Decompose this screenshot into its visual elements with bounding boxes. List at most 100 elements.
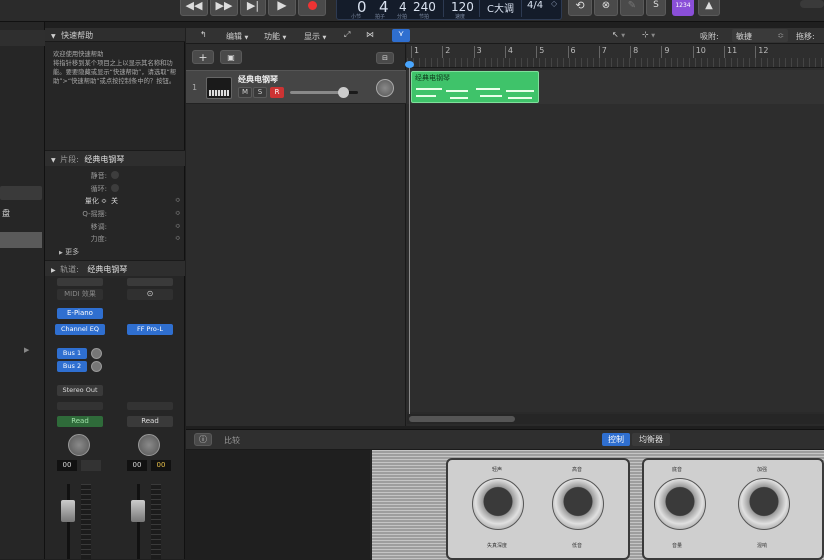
quantize-value[interactable]: 关: [111, 196, 118, 206]
loop-checkbox[interactable]: [111, 184, 119, 192]
automation-mode[interactable]: Read: [57, 416, 103, 427]
setting-slot[interactable]: [57, 278, 103, 286]
eq-slot[interactable]: Channel EQ: [55, 324, 105, 335]
chevron-right-icon[interactable]: ▶: [24, 346, 29, 354]
back-arrow-icon[interactable]: ↰: [200, 30, 207, 39]
knob-boost[interactable]: [738, 478, 790, 530]
quick-help-header[interactable]: ▼ 快速帮助: [45, 28, 185, 42]
send-knob-1[interactable]: [91, 348, 102, 359]
volume-fader[interactable]: [61, 500, 75, 522]
add-track-button[interactable]: +: [192, 50, 214, 64]
tracks-workspace[interactable]: 经典电钢琴: [407, 68, 824, 412]
tempo-value[interactable]: 120: [451, 0, 474, 14]
lcd-bar-label: 小节: [351, 14, 362, 20]
midi-region[interactable]: 经典电钢琴: [411, 71, 539, 103]
mute-button[interactable]: M: [238, 87, 252, 98]
mute-checkbox[interactable]: [111, 171, 119, 179]
lcd-display[interactable]: 0 4 4 240 小节 拍子 分拍 节拍 120 速度 C大调 4/4 ◇: [336, 0, 562, 20]
playhead[interactable]: [409, 64, 410, 414]
lcd-beat-label: 拍子: [375, 14, 386, 20]
track-volume-slider[interactable]: [290, 87, 358, 98]
tab-controls[interactable]: 控制: [602, 433, 630, 446]
library-selected-row[interactable]: [0, 232, 42, 248]
snap-select[interactable]: 敏捷 ≎: [732, 29, 788, 42]
playhead-marker[interactable]: [405, 61, 414, 68]
autopunch-button[interactable]: ✎: [620, 0, 644, 16]
knob-label: 低音: [571, 543, 582, 549]
timeline-ruler[interactable]: 1 2 3 4 5 6 7 8 9 10 11 12: [407, 44, 824, 68]
knob-treble[interactable]: [552, 478, 604, 530]
region-inspector-header[interactable]: ▼ 片段: 经典电钢琴: [45, 150, 185, 166]
send-bus-1[interactable]: Bus 1: [57, 348, 87, 359]
quantize-stepper[interactable]: ≎: [175, 196, 181, 204]
automation-mode[interactable]: Read: [127, 416, 173, 427]
instrument-slot[interactable]: E-Piano: [57, 308, 103, 319]
info-button[interactable]: ⓘ: [194, 433, 212, 446]
tab-eq[interactable]: 均衡器: [632, 433, 670, 446]
link-button[interactable]: ⊙: [127, 289, 173, 300]
secondary-tool[interactable]: ⊹ ▼: [642, 30, 655, 39]
replace-button[interactable]: ⊗: [594, 0, 618, 16]
catch-icon[interactable]: ⤢: [344, 30, 350, 40]
snap-label: 吸附:: [700, 32, 719, 41]
key-value[interactable]: C大调: [487, 0, 514, 15]
view-menu[interactable]: 显示 ▼: [304, 31, 326, 42]
stepper-icon: ≎: [777, 31, 784, 40]
track-row[interactable]: 1 经典电钢琴 M S R: [186, 70, 406, 104]
output-slot[interactable]: Stereo Out: [57, 385, 103, 396]
pointer-tool[interactable]: ↖ ▼: [612, 30, 625, 39]
velocity-stepper[interactable]: ≎: [175, 234, 181, 242]
metronome-button[interactable]: ▲: [698, 0, 720, 16]
ruler-label: 12: [758, 46, 769, 55]
track-pan-knob[interactable]: [376, 79, 394, 97]
play-button[interactable]: ▶: [268, 0, 296, 16]
solo-button[interactable]: S: [253, 87, 267, 98]
horizontal-scrollbar[interactable]: [407, 414, 824, 424]
record-enable-button[interactable]: R: [270, 87, 284, 98]
cycle-button[interactable]: ⟲: [568, 0, 592, 16]
send-knob-2[interactable]: [91, 361, 102, 372]
scrollbar-thumb[interactable]: [409, 416, 515, 422]
ruler-label: 10: [695, 46, 706, 55]
function-menu[interactable]: 功能 ▼: [264, 31, 286, 42]
compare-label[interactable]: 比较: [224, 435, 240, 446]
pan-knob[interactable]: [138, 434, 160, 456]
count-in-button[interactable]: 1234: [672, 0, 694, 16]
group-slot[interactable]: [127, 402, 173, 410]
fast-forward-button[interactable]: ▶▶: [210, 0, 238, 16]
volume-fader[interactable]: [131, 500, 145, 522]
group-slot[interactable]: [57, 402, 103, 410]
knob-bass[interactable]: [654, 478, 706, 530]
volume-readout[interactable]: 00: [57, 460, 77, 471]
library-item-label[interactable]: 盘: [2, 208, 10, 219]
midi-fx-slot[interactable]: MIDI 效果: [57, 289, 103, 300]
library-search[interactable]: [0, 186, 42, 200]
chevron-down-icon: ▼: [282, 35, 287, 41]
track-options-button[interactable]: ▣: [220, 50, 242, 64]
knob-soft[interactable]: [472, 478, 524, 530]
go-to-end-button[interactable]: ▶|: [240, 0, 266, 16]
plugin-slot[interactable]: FF Pro-L: [127, 324, 173, 335]
flex-icon[interactable]: ⋈: [366, 30, 374, 39]
send-bus-2[interactable]: Bus 2: [57, 361, 87, 372]
time-signature-value[interactable]: 4/4: [527, 0, 543, 11]
more-disclosure[interactable]: ▶ 更多: [59, 247, 79, 257]
rewind-button[interactable]: ◀◀: [180, 0, 208, 16]
filter-icon[interactable]: ⋎: [392, 29, 410, 42]
pan-knob[interactable]: [68, 434, 90, 456]
volume-readout[interactable]: 00: [127, 460, 147, 471]
lcd-menu-icon[interactable]: ◇: [551, 0, 557, 8]
edit-menu[interactable]: 编辑 ▼: [226, 31, 248, 42]
ruler-label: 1: [414, 46, 420, 55]
record-button[interactable]: [298, 0, 326, 16]
track-name[interactable]: 经典电钢琴: [238, 74, 278, 85]
setting-slot[interactable]: [127, 278, 173, 286]
solo-mode-button[interactable]: S: [646, 0, 666, 16]
track-volume-thumb[interactable]: [338, 87, 350, 98]
global-tracks-button[interactable]: ⊟: [376, 52, 394, 64]
swing-stepper[interactable]: ≎: [175, 209, 181, 217]
master-volume-slider[interactable]: [800, 0, 824, 8]
function-menu-label: 功能: [264, 32, 280, 41]
transpose-stepper[interactable]: ≎: [175, 222, 181, 230]
track-inspector-header[interactable]: ▶ 轨道: 经典电钢琴: [45, 260, 185, 276]
